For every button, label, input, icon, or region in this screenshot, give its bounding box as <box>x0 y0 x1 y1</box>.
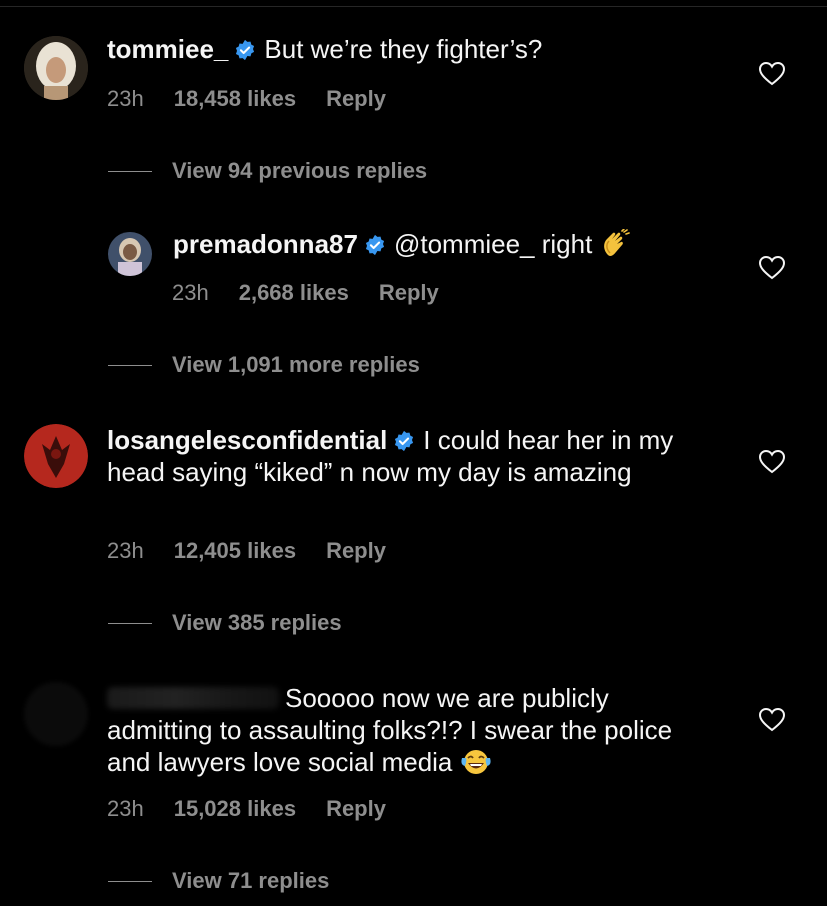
thread-line <box>108 880 152 882</box>
verified-badge-icon <box>236 39 255 61</box>
view-replies-link[interactable]: View 1,091 more replies <box>108 352 420 378</box>
clapping-hands-icon <box>603 229 630 256</box>
username[interactable]: tommiee_ <box>107 34 228 64</box>
reply-button[interactable]: Reply <box>326 538 386 563</box>
verified-badge-icon <box>395 430 414 452</box>
avatar[interactable] <box>24 682 88 746</box>
reply-button[interactable]: Reply <box>326 86 386 111</box>
heart-icon[interactable] <box>759 62 785 86</box>
comment-text-block: Sooooo now we are publicly admitting to … <box>107 682 707 778</box>
timestamp: 23h <box>107 86 144 111</box>
top-divider <box>0 6 827 7</box>
username[interactable]: premadonna87 <box>173 229 358 259</box>
comment-meta: 23h 12,405 likes Reply <box>107 538 416 564</box>
username[interactable]: losangelesconfidential <box>107 425 387 455</box>
comment-text: But we’re they fighter’s? <box>264 34 543 64</box>
timestamp: 23h <box>107 796 144 821</box>
avatar[interactable] <box>24 424 88 488</box>
comment-meta: 23h 2,668 likes Reply <box>172 280 469 306</box>
obscured-username[interactable] <box>107 687 279 709</box>
comment-meta: 23h 15,028 likes Reply <box>107 796 416 822</box>
comment-text: right <box>534 229 593 259</box>
verified-badge-icon <box>365 234 385 256</box>
heart-icon[interactable] <box>759 708 785 732</box>
thread-line <box>108 364 152 366</box>
tears-of-joy-icon <box>461 750 491 774</box>
comment-text-line: premadonna87 @tommiee_ right <box>173 228 733 260</box>
likes-count[interactable]: 15,028 likes <box>174 796 296 821</box>
heart-icon[interactable] <box>759 256 785 280</box>
avatar[interactable] <box>108 232 152 276</box>
comment-text-line: tommiee_ But we’re they fighter’s? <box>107 33 707 65</box>
thread-line <box>108 170 152 172</box>
comment-meta: 23h 18,458 likes Reply <box>107 86 416 112</box>
timestamp: 23h <box>172 280 209 305</box>
avatar[interactable] <box>24 36 88 100</box>
likes-count[interactable]: 18,458 likes <box>174 86 296 111</box>
heart-icon[interactable] <box>759 450 785 474</box>
likes-count[interactable]: 12,405 likes <box>174 538 296 563</box>
thread-line <box>108 622 152 624</box>
timestamp: 23h <box>107 538 144 563</box>
view-replies-link[interactable]: View 94 previous replies <box>108 158 427 184</box>
reply-button[interactable]: Reply <box>326 796 386 821</box>
view-replies-link[interactable]: View 71 replies <box>108 868 329 894</box>
likes-count[interactable]: 2,668 likes <box>239 280 349 305</box>
mention-link[interactable]: @tommiee_ <box>394 229 535 259</box>
reply-button[interactable]: Reply <box>379 280 439 305</box>
comment-text-block: losangelesconfidential I could hear her i… <box>107 424 717 488</box>
view-replies-link[interactable]: View 385 replies <box>108 610 342 636</box>
